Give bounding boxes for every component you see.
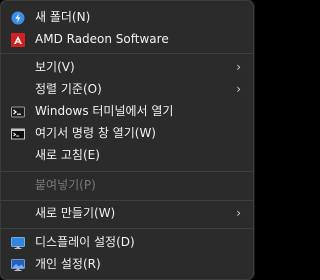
menu-item-refresh[interactable]: 새로 고침(E): [5, 144, 249, 166]
menu-item-label: 붙여넣기(P): [35, 178, 96, 192]
amd-radeon-icon: [11, 32, 25, 47]
menu-separator: [1, 200, 253, 201]
menu-item-open-command-window[interactable]: 여기서 명령 창 열기(W): [5, 122, 249, 144]
menu-item-new[interactable]: 새로 만들기(W) ›: [5, 202, 249, 224]
new-folder-icon: [11, 10, 25, 25]
menu-item-label: 새로 만들기(W): [35, 206, 116, 220]
menu-item-sort-by[interactable]: 정렬 기준(O) ›: [5, 78, 249, 100]
terminal-icon: [11, 104, 25, 118]
menu-separator: [1, 53, 253, 54]
chevron-right-icon: ›: [236, 82, 241, 96]
menu-item-label: 보기(V): [35, 60, 75, 74]
menu-item-new-folder[interactable]: 새 폴더(N): [5, 6, 249, 28]
command-prompt-icon: [11, 126, 25, 140]
menu-item-label: Windows 터미널에서 열기: [35, 104, 174, 118]
menu-item-amd-radeon-software[interactable]: AMD Radeon Software: [5, 28, 249, 50]
display-settings-icon: [11, 235, 25, 249]
menu-separator: [1, 228, 253, 229]
context-menu: 새 폴더(N) AMD Radeon Software 보기(V) › 정렬 기…: [0, 0, 254, 280]
chevron-right-icon: ›: [236, 206, 241, 220]
menu-item-personalize[interactable]: 개인 설정(R): [5, 253, 249, 275]
menu-item-label: 여기서 명령 창 열기(W): [35, 126, 156, 140]
chevron-right-icon: ›: [236, 60, 241, 74]
menu-item-display-settings[interactable]: 디스플레이 설정(D): [5, 231, 249, 253]
menu-item-label: AMD Radeon Software: [35, 32, 169, 46]
menu-item-label: 새 폴더(N): [35, 10, 91, 24]
menu-item-label: 개인 설정(R): [35, 257, 101, 271]
menu-item-open-in-terminal[interactable]: Windows 터미널에서 열기: [5, 100, 249, 122]
menu-separator: [1, 171, 253, 172]
menu-item-label: 정렬 기준(O): [35, 82, 102, 96]
menu-item-view[interactable]: 보기(V) ›: [5, 56, 249, 78]
menu-item-label: 디스플레이 설정(D): [35, 235, 135, 249]
menu-item-label: 새로 고침(E): [35, 148, 100, 162]
menu-item-paste: 붙여넣기(P): [5, 174, 249, 196]
personalize-icon: [11, 257, 25, 271]
